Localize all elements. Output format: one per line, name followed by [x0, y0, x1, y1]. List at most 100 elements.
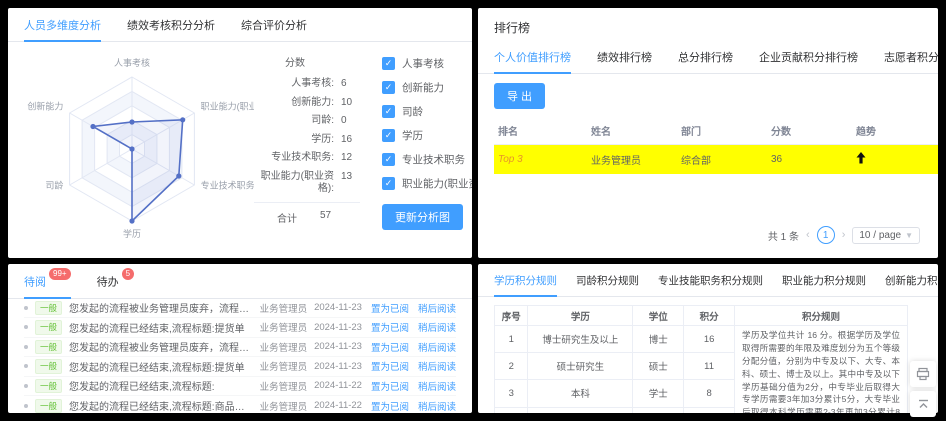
read-later-link[interactable]: 稍后阅读 [418, 379, 456, 393]
bullet-icon [24, 364, 28, 368]
messages-tab-2[interactable]: 待办5 [97, 264, 134, 298]
mark-read-link[interactable]: 置为已阅 [371, 379, 409, 393]
message-list-item[interactable]: 一般您发起的流程已经结束,流程标题:业务管理员2024-11-22置为已阅稍后阅… [24, 377, 456, 397]
score-label: 职业能力(职业资格): [254, 171, 334, 196]
score-row: 专业技术职务:12 [254, 152, 360, 165]
message-list-item[interactable]: 一般您发起的流程已经结束,流程标题:提货单业务管理员2024-11-23置为已阅… [24, 357, 456, 377]
messages-tab-label: 待阅 [24, 277, 46, 289]
messages-tabbar: 待阅99+ 待办5 [8, 264, 472, 299]
svg-text:创新能力: 创新能力 [27, 100, 63, 111]
dashboard-page: 人员多维度分析 绩效考核积分分析 综合评价分析 人事考核职业能力(职业资格) 专业技术… [0, 0, 946, 421]
back-to-top-icon [917, 398, 930, 411]
ranking-column-header: 趋势 [852, 117, 938, 145]
read-later-link[interactable]: 稍后阅读 [418, 399, 456, 413]
analysis-panel: 人员多维度分析 绩效考核积分分析 综合评价分析 人事考核职业能力(职业资格) 专业技术… [8, 8, 472, 258]
pagination-page-1[interactable]: 1 [817, 226, 835, 244]
dimension-checkbox-6[interactable]: ✓职业能力(职业资格) [382, 176, 472, 191]
back-to-top-button[interactable] [910, 391, 936, 417]
ranking-tab-2[interactable]: 绩效排行榜 [597, 40, 652, 73]
trend-cell [852, 145, 938, 175]
dimension-checkbox-2[interactable]: ✓创新能力 [382, 80, 472, 95]
rules-tab-label: 司龄积分规则 [576, 275, 639, 287]
service-widget-button[interactable] [910, 361, 936, 387]
dimension-checkbox-1[interactable]: ✓人事考核 [382, 56, 472, 71]
ranking-tab-label: 企业贡献积分排行榜 [759, 52, 858, 64]
ranking-tab-label: 总分排行榜 [678, 52, 733, 64]
message-date: 2024-11-23 [314, 361, 362, 372]
bullet-icon [24, 325, 28, 329]
priority-tag: 一般 [35, 359, 62, 374]
analysis-tab-1[interactable]: 人员多维度分析 [24, 8, 101, 41]
rules-tab-label: 创新能力积分规则 [885, 275, 938, 287]
priority-tag: 一般 [35, 340, 62, 355]
rules-column-header: 积分 [684, 306, 735, 326]
degree-cell: 本科 [528, 380, 633, 407]
score-value: 12 [334, 152, 360, 165]
pagination-next-button[interactable]: › [842, 229, 846, 241]
messages-tab-label: 待办 [97, 277, 119, 289]
analysis-body: 人事考核职业能力(职业资格)专业技术职务学历司龄创新能力 分数 人事考核:6创新… [8, 42, 472, 256]
rules-table-row: 1博士研究生及以上博士16学历及学位共计 16 分。根据学历及学位取得所需要的年… [495, 326, 908, 353]
rules-tab-3[interactable]: 专业技能职务积分规则 [658, 264, 763, 296]
read-later-link[interactable]: 稍后阅读 [418, 359, 456, 373]
analysis-tab-2[interactable]: 绩效考核积分分析 [127, 8, 215, 41]
dept-cell: 综合部 [677, 145, 767, 175]
mark-read-link[interactable]: 置为已阅 [371, 340, 409, 354]
message-list-item[interactable]: 一般您发起的流程被业务管理员废弃，流程标题:提货单，废弃说明:业务管理员2024… [24, 299, 456, 319]
title-cell [633, 407, 684, 413]
ranking-tab-1[interactable]: 个人价值排行榜 [494, 40, 571, 73]
svg-text:人事考核: 人事考核 [114, 57, 150, 68]
pagination-prev-button[interactable]: ‹ [806, 229, 810, 241]
message-list-item[interactable]: 一般您发起的流程被业务管理员废弃，流程标题:提货单，废弃说明:业务管理员2024… [24, 338, 456, 358]
degree-cell: 大专 [528, 407, 633, 413]
message-list-item[interactable]: 一般您发起的流程已经结束,流程标题:商品发放业务管理员2024-11-22置为已… [24, 396, 456, 413]
dimension-checkbox-3[interactable]: ✓司龄 [382, 104, 472, 119]
mark-read-link[interactable]: 置为已阅 [371, 399, 409, 413]
ranking-tab-4[interactable]: 企业贡献积分排行榜 [759, 40, 858, 73]
rules-column-header: 积分规则 [735, 306, 908, 326]
page-size-select[interactable]: 10 / page ▼ [852, 227, 920, 244]
unread-count-badge: 5 [122, 268, 134, 280]
messages-tab-1[interactable]: 待阅99+ [24, 264, 71, 298]
export-button[interactable]: 导 出 [494, 83, 545, 109]
svg-text:学历: 学历 [123, 228, 141, 239]
score-label: 专业技术职务: [254, 152, 334, 165]
rules-tab-1[interactable]: 学历积分规则 [494, 264, 557, 296]
analysis-tab-label: 绩效考核积分分析 [127, 20, 215, 32]
rules-tab-4[interactable]: 职业能力积分规则 [782, 264, 866, 296]
read-later-link[interactable]: 稍后阅读 [418, 340, 456, 354]
rules-tab-2[interactable]: 司龄积分规则 [576, 264, 639, 296]
update-chart-button[interactable]: 更新分析图 [382, 204, 463, 230]
mark-read-link[interactable]: 置为已阅 [371, 359, 409, 373]
message-author: 业务管理员 [260, 399, 308, 413]
unread-count-badge: 99+ [49, 268, 71, 280]
analysis-tab-label: 人员多维度分析 [24, 20, 101, 32]
ranking-table: 排名姓名部门分数趋势 Top 3业务管理员综合部36 [494, 117, 938, 174]
mark-read-link[interactable]: 置为已阅 [371, 301, 409, 315]
dimension-checkbox-4[interactable]: ✓学历 [382, 128, 472, 143]
svg-text:职业能力(职业资格): 职业能力(职业资格) [201, 100, 254, 111]
rules-tabbar: 学历积分规则司龄积分规则专业技能职务积分规则职业能力积分规则创新能力积分规则人事… [478, 264, 938, 297]
row-no-cell: 1 [495, 326, 528, 353]
score-value: 0 [334, 115, 360, 128]
checkbox-checked-icon: ✓ [382, 57, 395, 70]
ranking-tab-5[interactable]: 志愿者积分排行榜 [884, 40, 938, 73]
rules-tab-5[interactable]: 创新能力积分规则 [885, 264, 938, 296]
read-later-link[interactable]: 稍后阅读 [418, 301, 456, 315]
priority-tag: 一般 [35, 399, 62, 413]
ranking-table-row[interactable]: Top 3业务管理员综合部36 [494, 145, 938, 175]
analysis-tab-3[interactable]: 综合评价分析 [241, 8, 307, 41]
message-author: 业务管理员 [260, 379, 308, 393]
bullet-icon [24, 404, 28, 408]
ranking-tab-label: 绩效排行榜 [597, 52, 652, 64]
message-list-item[interactable]: 一般您发起的流程已经结束,流程标题:提货单业务管理员2024-11-23置为已阅… [24, 318, 456, 338]
ranking-column-header: 分数 [767, 117, 852, 145]
ranking-tab-label: 个人价值排行榜 [494, 52, 571, 64]
score-label: 司龄: [254, 115, 334, 128]
read-later-link[interactable]: 稍后阅读 [418, 320, 456, 334]
dimension-checkbox-5[interactable]: ✓专业技术职务 [382, 152, 472, 167]
score-label: 学历: [254, 134, 334, 147]
priority-tag: 一般 [35, 379, 62, 394]
mark-read-link[interactable]: 置为已阅 [371, 320, 409, 334]
ranking-tab-3[interactable]: 总分排行榜 [678, 40, 733, 73]
